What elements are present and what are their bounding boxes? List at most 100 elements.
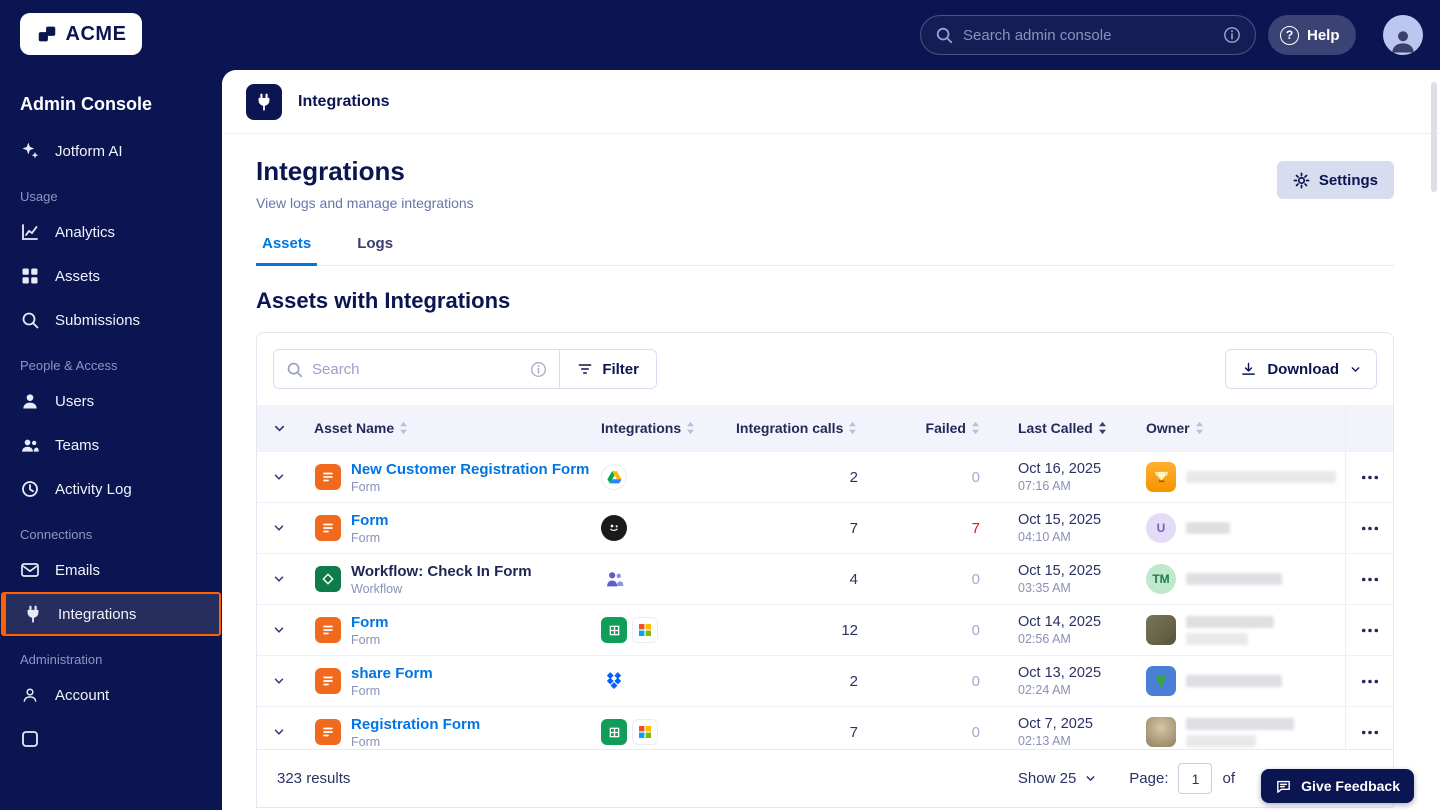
gear-icon bbox=[1293, 172, 1310, 189]
mailchimp-icon bbox=[601, 515, 627, 541]
row-actions-button[interactable] bbox=[1355, 520, 1385, 537]
header-integration-calls[interactable]: Integration calls bbox=[736, 420, 866, 436]
row-actions-button[interactable] bbox=[1355, 571, 1385, 588]
page-title: Integrations bbox=[256, 156, 1394, 187]
sidebar-item-label: Submissions bbox=[55, 312, 140, 329]
page-number-input[interactable] bbox=[1178, 763, 1212, 794]
row-actions-button[interactable] bbox=[1355, 469, 1385, 486]
last-called-date: Oct 15, 2025 bbox=[1018, 563, 1126, 579]
expand-row-button[interactable] bbox=[257, 470, 301, 484]
top-bar: ACME ? Help bbox=[0, 0, 1440, 70]
expand-row-button[interactable] bbox=[257, 521, 301, 535]
expand-row-button[interactable] bbox=[257, 623, 301, 637]
page-size-select[interactable]: Show 25 bbox=[1018, 770, 1097, 787]
asset-name-link[interactable]: Form bbox=[351, 512, 389, 529]
owner-avatar-initials: TM bbox=[1146, 564, 1176, 594]
sparkles-icon bbox=[20, 141, 40, 161]
asset-type: Workflow bbox=[351, 582, 532, 596]
asset-name[interactable]: Workflow: Check In Form bbox=[351, 563, 532, 580]
trophy-icon bbox=[1153, 469, 1170, 486]
owner-name-redacted bbox=[1186, 573, 1282, 585]
form-icon bbox=[315, 617, 341, 643]
assets-grid-icon bbox=[20, 266, 40, 286]
row-actions-button[interactable] bbox=[1355, 622, 1385, 639]
user-avatar[interactable] bbox=[1383, 15, 1423, 55]
asset-name-link[interactable]: New Customer Registration Form bbox=[351, 461, 589, 478]
tab-logs[interactable]: Logs bbox=[351, 225, 399, 265]
info-icon[interactable] bbox=[530, 361, 547, 378]
integration-calls-value: 2 bbox=[736, 469, 866, 486]
integration-calls-value: 7 bbox=[736, 724, 866, 741]
table-row: Form Form 12 0 bbox=[257, 604, 1393, 655]
sidebar-item-teams[interactable]: Teams bbox=[0, 423, 222, 467]
admin-search[interactable] bbox=[920, 15, 1256, 55]
sort-icon bbox=[1195, 421, 1204, 435]
sort-icon bbox=[971, 421, 980, 435]
clock-icon bbox=[20, 479, 40, 499]
tab-assets[interactable]: Assets bbox=[256, 225, 317, 266]
sort-icon bbox=[686, 421, 695, 435]
page-subtitle: View logs and manage integrations bbox=[256, 195, 1394, 211]
info-icon[interactable] bbox=[1223, 26, 1241, 44]
failed-value: 0 bbox=[866, 673, 986, 690]
asset-name-link[interactable]: share Form bbox=[351, 665, 433, 682]
header-last-called[interactable]: Last Called bbox=[986, 420, 1126, 436]
sidebar-item-account[interactable]: Account bbox=[0, 673, 222, 717]
chevron-down-icon bbox=[1084, 772, 1097, 785]
row-actions-button[interactable] bbox=[1355, 673, 1385, 690]
sidebar-item-emails[interactable]: Emails bbox=[0, 548, 222, 592]
owner-name-redacted bbox=[1186, 675, 1282, 687]
sidebar-item-integrations[interactable]: Integrations bbox=[1, 592, 221, 636]
settings-button[interactable]: Settings bbox=[1277, 161, 1394, 199]
people-icon bbox=[20, 435, 40, 455]
tab-bar: Assets Logs bbox=[256, 225, 1394, 266]
sidebar-item-clipped[interactable] bbox=[0, 717, 222, 761]
give-feedback-button[interactable]: Give Feedback bbox=[1261, 769, 1414, 803]
download-icon bbox=[1240, 361, 1257, 378]
table-search-input[interactable] bbox=[312, 361, 521, 378]
header-asset-name[interactable]: Asset Name bbox=[301, 420, 601, 436]
owner-avatar-trophy bbox=[1146, 462, 1176, 492]
header-owner[interactable]: Owner bbox=[1126, 420, 1345, 436]
table-search[interactable] bbox=[274, 350, 559, 388]
sidebar-item-label: Emails bbox=[55, 562, 100, 579]
sidebar-item-activity-log[interactable]: Activity Log bbox=[0, 467, 222, 511]
asset-name-link[interactable]: Form bbox=[351, 614, 389, 631]
download-button[interactable]: Download bbox=[1225, 349, 1377, 389]
panel-scrollbar[interactable] bbox=[1431, 82, 1437, 192]
asset-name-link[interactable]: Registration Form bbox=[351, 716, 480, 733]
sort-icon bbox=[399, 421, 408, 435]
expand-row-button[interactable] bbox=[257, 725, 301, 739]
form-icon bbox=[315, 464, 341, 490]
header-integrations[interactable]: Integrations bbox=[601, 420, 736, 436]
integration-calls-value: 7 bbox=[736, 520, 866, 537]
table-row: New Customer Registration Form Form 2 0 … bbox=[257, 451, 1393, 502]
sidebar-item-label: Analytics bbox=[55, 224, 115, 241]
expand-row-button[interactable] bbox=[257, 674, 301, 688]
integration-calls-value: 2 bbox=[736, 673, 866, 690]
give-feedback-label: Give Feedback bbox=[1301, 778, 1400, 794]
filter-button[interactable]: Filter bbox=[559, 350, 656, 388]
sidebar-item-users[interactable]: Users bbox=[0, 379, 222, 423]
workflow-icon bbox=[315, 566, 341, 592]
sidebar-item-jotform-ai[interactable]: Jotform AI bbox=[0, 129, 222, 173]
chevron-down-icon bbox=[1349, 363, 1362, 376]
table-footer: 323 results Show 25 Page: of bbox=[257, 749, 1393, 807]
admin-search-input[interactable] bbox=[963, 27, 1213, 44]
sidebar-item-label: Account bbox=[55, 687, 109, 704]
sidebar-item-assets[interactable]: Assets bbox=[0, 254, 222, 298]
sidebar-item-analytics[interactable]: Analytics bbox=[0, 210, 222, 254]
microsoft-teams-icon bbox=[601, 566, 627, 592]
acme-logo[interactable]: ACME bbox=[20, 13, 142, 55]
ellipsis-icon bbox=[1361, 730, 1379, 735]
logo-text: ACME bbox=[66, 23, 127, 46]
help-button[interactable]: ? Help bbox=[1268, 15, 1356, 55]
square-icon bbox=[20, 729, 40, 749]
expand-all-button[interactable] bbox=[257, 421, 301, 436]
sidebar-item-submissions[interactable]: Submissions bbox=[0, 298, 222, 342]
row-actions-button[interactable] bbox=[1355, 724, 1385, 741]
expand-row-button[interactable] bbox=[257, 572, 301, 586]
breadcrumb: Integrations bbox=[222, 70, 1440, 134]
asset-type: Form bbox=[351, 480, 589, 494]
header-failed[interactable]: Failed bbox=[866, 420, 986, 436]
